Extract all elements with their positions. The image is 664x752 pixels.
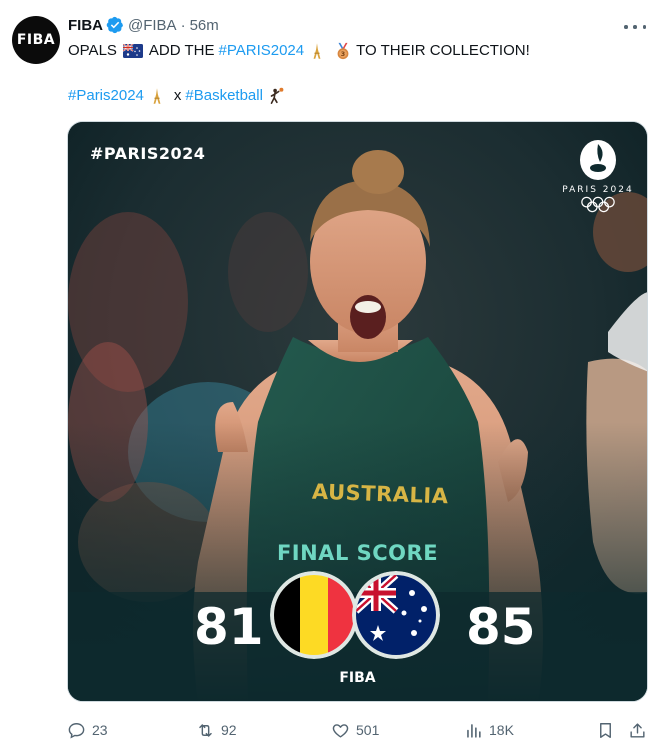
account-name[interactable]: FIBA [68, 17, 103, 34]
australia-flag-icon [122, 43, 143, 58]
share-button[interactable] [628, 716, 653, 744]
hashtag-basketball-link[interactable]: #Basketball [185, 86, 263, 106]
repost-count: 92 [221, 722, 237, 738]
share-icon [630, 722, 645, 738]
views-button[interactable]: 18K [464, 716, 514, 744]
paris-2024-logo: PARIS 2024 [558, 138, 638, 228]
account-handle[interactable]: @FIBA [128, 17, 177, 34]
like-button[interactable]: 501 [331, 716, 379, 744]
tweet: FIBA FIBA @FIBA · 56m OPALS ADD THE #PAR… [0, 0, 664, 752]
tweet-text-line-1: OPALS ADD THE #PARIS2024 3 TO THEIR COLL… [68, 41, 530, 61]
hashtag-paris2024-link[interactable]: #PARIS2024 [219, 41, 305, 61]
separator: · [180, 16, 186, 34]
reply-icon [68, 722, 85, 739]
bronze-medal-icon: 3 [334, 41, 352, 61]
repost-button[interactable]: 92 [196, 716, 237, 744]
timestamp[interactable]: 56m [190, 17, 219, 34]
tweet-media-image[interactable]: #PARIS2024 PARIS 2024 AUSTRALIA FINAL SC… [67, 121, 648, 702]
fiba-brand: FIBA [339, 670, 376, 686]
tweet-text-collection: TO THEIR COLLECTION! [356, 42, 530, 59]
tweet-actions: 23 92 501 18K [0, 716, 664, 744]
tweet-text-x: x [173, 87, 182, 104]
tweet-header: FIBA @FIBA · 56m [68, 14, 219, 36]
bookmark-button[interactable] [596, 716, 621, 744]
heart-icon [332, 723, 349, 738]
repost-icon [199, 723, 212, 737]
jersey-lettering: AUSTRALIA [311, 479, 449, 509]
eiffel-tower-icon [308, 41, 326, 61]
tweet-text-add-the: ADD THE [148, 42, 215, 59]
overlay-hashtag: #PARIS2024 [90, 144, 206, 163]
like-count: 501 [356, 722, 380, 738]
basketball-player-icon [267, 86, 285, 106]
olympic-flame-icon [580, 140, 616, 180]
avatar-text: FIBA [16, 32, 56, 48]
score-australia: 85 [466, 598, 536, 656]
avatar[interactable]: FIBA [12, 16, 60, 64]
reply-count: 23 [92, 722, 108, 738]
bookmark-icon [600, 722, 611, 738]
australia-flag-team-icon [352, 571, 440, 659]
reply-button[interactable]: 23 [67, 716, 108, 744]
verified-icon [106, 16, 124, 34]
tweet-text-opals: OPALS [68, 42, 117, 59]
belgium-flag-icon [270, 571, 358, 659]
views-count: 18K [489, 722, 514, 738]
hashtag-paris2024-lower-link[interactable]: #Paris2024 [68, 86, 144, 106]
views-chart-icon [467, 723, 481, 738]
eiffel-tower-icon [148, 86, 166, 106]
more-options-icon[interactable] [624, 18, 646, 36]
svg-text:3: 3 [341, 51, 345, 58]
paris-2024-text: PARIS 2024 [562, 185, 634, 195]
olympic-rings-icon [581, 196, 615, 213]
final-score-label: FINAL SCORE [276, 541, 439, 565]
tweet-text-line-2: #Paris2024 x #Basketball [68, 86, 289, 106]
score-belgium: 81 [194, 598, 264, 656]
